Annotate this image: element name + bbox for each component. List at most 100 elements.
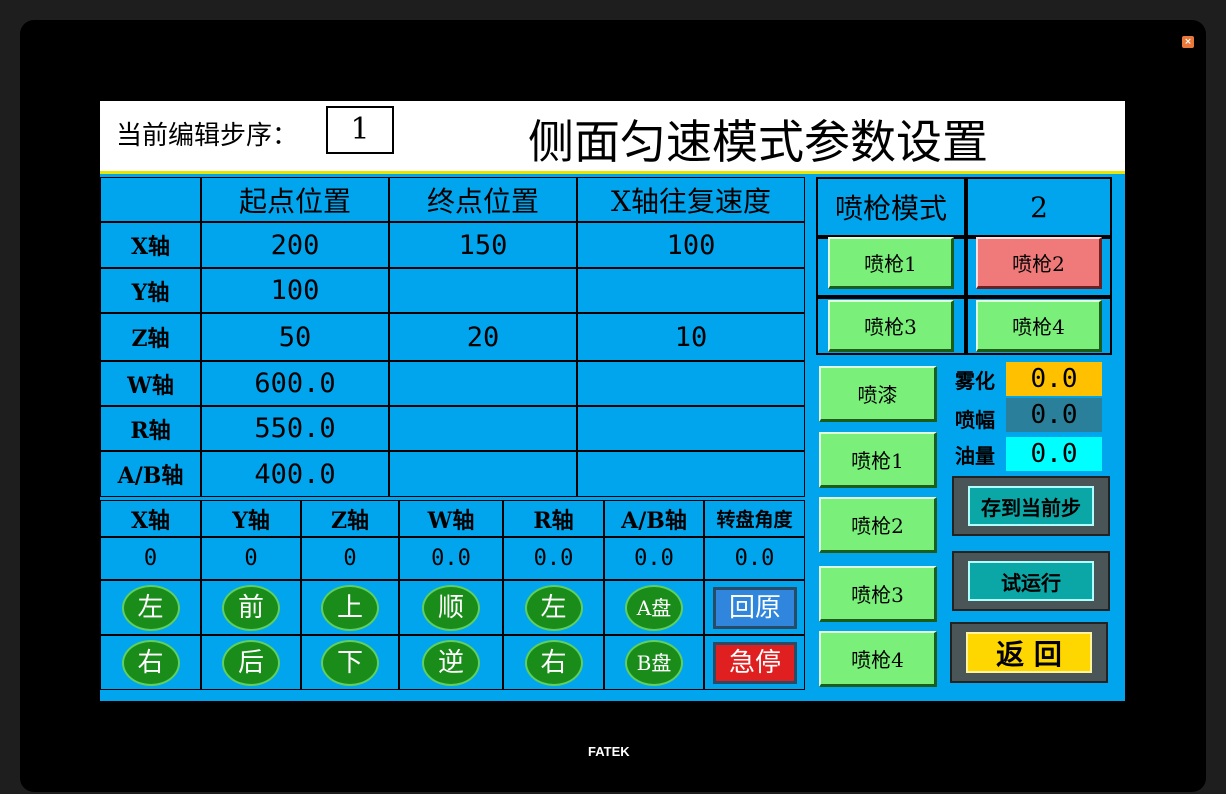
- jog-cell: 逆: [399, 635, 503, 690]
- jog-b-disk-button[interactable]: B盘: [625, 639, 683, 686]
- status-x-value: 0: [100, 537, 201, 580]
- axis-label-r: R轴: [100, 406, 201, 451]
- jog-r-right-button[interactable]: 右: [524, 639, 583, 686]
- trial-run-button[interactable]: 试运行: [968, 561, 1094, 601]
- trial-run-frame: 试运行: [952, 551, 1110, 611]
- w-start-value[interactable]: 600.0: [201, 361, 389, 406]
- spray-width-value[interactable]: 0.0: [1006, 398, 1102, 432]
- jog-cell: 后: [201, 635, 301, 690]
- status-header-ab: A/B轴: [604, 500, 704, 537]
- jog-cell: 右: [100, 635, 201, 690]
- r-end-value: [389, 406, 577, 451]
- param-header-blank: [100, 177, 201, 222]
- status-z-value: 0: [301, 537, 399, 580]
- z-end-value[interactable]: 20: [389, 313, 577, 361]
- x-speed-value[interactable]: 100: [577, 222, 805, 268]
- spray-gun-1-button[interactable]: 喷枪1: [819, 432, 937, 488]
- close-icon[interactable]: ×: [1182, 36, 1194, 48]
- axis-label-w: W轴: [100, 361, 201, 406]
- y-end-value: [389, 268, 577, 313]
- jog-r-left-button[interactable]: 左: [524, 584, 583, 631]
- back-button[interactable]: 返 回: [966, 632, 1092, 673]
- w-end-value: [389, 361, 577, 406]
- jog-cell: 顺: [399, 580, 503, 635]
- gun-mode-4-button[interactable]: 喷枪4: [976, 300, 1102, 352]
- r-speed-value: [577, 406, 805, 451]
- gun-mode-label: 喷枪模式: [816, 177, 966, 237]
- oil-flow-label: 油量: [955, 444, 995, 468]
- step-input[interactable]: 1: [326, 106, 394, 154]
- page-title: 侧面匀速模式参数设置: [528, 115, 988, 169]
- jog-cell: B盘: [604, 635, 704, 690]
- param-header-speed: X轴往复速度: [577, 177, 805, 222]
- y-speed-value: [577, 268, 805, 313]
- oil-flow-value[interactable]: 0.0: [1006, 437, 1102, 471]
- x-end-value[interactable]: 150: [389, 222, 577, 268]
- status-header-y: Y轴: [201, 500, 301, 537]
- status-header-w: W轴: [399, 500, 503, 537]
- jog-x-right-button[interactable]: 右: [121, 639, 180, 686]
- jog-cell: 左: [503, 580, 604, 635]
- w-speed-value: [577, 361, 805, 406]
- spray-paint-button[interactable]: 喷漆: [819, 366, 937, 422]
- jog-cell: 左: [100, 580, 201, 635]
- status-r-value: 0.0: [503, 537, 604, 580]
- save-step-frame: 存到当前步: [952, 476, 1110, 536]
- status-turntable-value: 0.0: [704, 537, 805, 580]
- axis-label-z: Z轴: [100, 313, 201, 361]
- jog-x-left-button[interactable]: 左: [121, 584, 180, 631]
- ab-speed-value: [577, 451, 805, 497]
- jog-cell: A盘: [604, 580, 704, 635]
- ab-start-value[interactable]: 400.0: [201, 451, 389, 497]
- atomize-label: 雾化: [955, 369, 995, 393]
- jog-a-disk-button[interactable]: A盘: [625, 584, 683, 631]
- save-to-step-button[interactable]: 存到当前步: [968, 486, 1094, 526]
- jog-z-down-button[interactable]: 下: [321, 639, 379, 686]
- brand-logo: FATEK: [588, 744, 630, 759]
- spray-gun-3-button[interactable]: 喷枪3: [819, 566, 937, 622]
- jog-y-forward-button[interactable]: 前: [222, 584, 280, 631]
- jog-y-back-button[interactable]: 后: [222, 639, 280, 686]
- jog-cell: 上: [301, 580, 399, 635]
- y-start-value[interactable]: 100: [201, 268, 389, 313]
- emergency-stop-button[interactable]: 急停: [713, 642, 797, 684]
- jog-cell: 下: [301, 635, 399, 690]
- gun-mode-2-button[interactable]: 喷枪2: [976, 237, 1102, 289]
- jog-w-cw-button[interactable]: 顺: [422, 584, 480, 631]
- spray-width-label: 喷幅: [955, 408, 995, 432]
- jog-cell: 前: [201, 580, 301, 635]
- hmi-screen: 当前编辑步序： 1 侧面匀速模式参数设置 起点位置 终点位置 X轴往复速度 X轴…: [100, 101, 1125, 701]
- status-w-value: 0.0: [399, 537, 503, 580]
- status-header-x: X轴: [100, 500, 201, 537]
- axis-label-ab: A/B轴: [100, 451, 201, 497]
- jog-z-up-button[interactable]: 上: [321, 584, 379, 631]
- back-frame: 返 回: [950, 622, 1108, 683]
- step-label: 当前编辑步序：: [116, 121, 299, 151]
- gun-mode-1-button[interactable]: 喷枪1: [828, 237, 954, 289]
- axis-label-x: X轴: [100, 222, 201, 268]
- status-header-z: Z轴: [301, 500, 399, 537]
- param-header-end: 终点位置: [389, 177, 577, 222]
- z-speed-value[interactable]: 10: [577, 313, 805, 361]
- status-ab-value: 0.0: [604, 537, 704, 580]
- spray-gun-4-button[interactable]: 喷枪4: [819, 631, 937, 687]
- jog-cell: 回原: [704, 580, 805, 635]
- gun-mode-value[interactable]: 2: [966, 177, 1112, 237]
- param-header-start: 起点位置: [201, 177, 389, 222]
- axis-label-y: Y轴: [100, 268, 201, 313]
- gun-mode-3-button[interactable]: 喷枪3: [828, 300, 954, 352]
- r-start-value[interactable]: 550.0: [201, 406, 389, 451]
- spray-gun-2-button[interactable]: 喷枪2: [819, 497, 937, 553]
- z-start-value[interactable]: 50: [201, 313, 389, 361]
- jog-cell: 急停: [704, 635, 805, 690]
- x-start-value[interactable]: 200: [201, 222, 389, 268]
- jog-cell: 右: [503, 635, 604, 690]
- status-y-value: 0: [201, 537, 301, 580]
- header-bar: 当前编辑步序： 1 侧面匀速模式参数设置: [100, 101, 1125, 174]
- home-button[interactable]: 回原: [713, 587, 797, 629]
- ab-end-value: [389, 451, 577, 497]
- status-header-turntable: 转盘角度: [704, 500, 805, 537]
- status-header-r: R轴: [503, 500, 604, 537]
- jog-w-ccw-button[interactable]: 逆: [422, 639, 480, 686]
- atomize-value[interactable]: 0.0: [1006, 362, 1102, 396]
